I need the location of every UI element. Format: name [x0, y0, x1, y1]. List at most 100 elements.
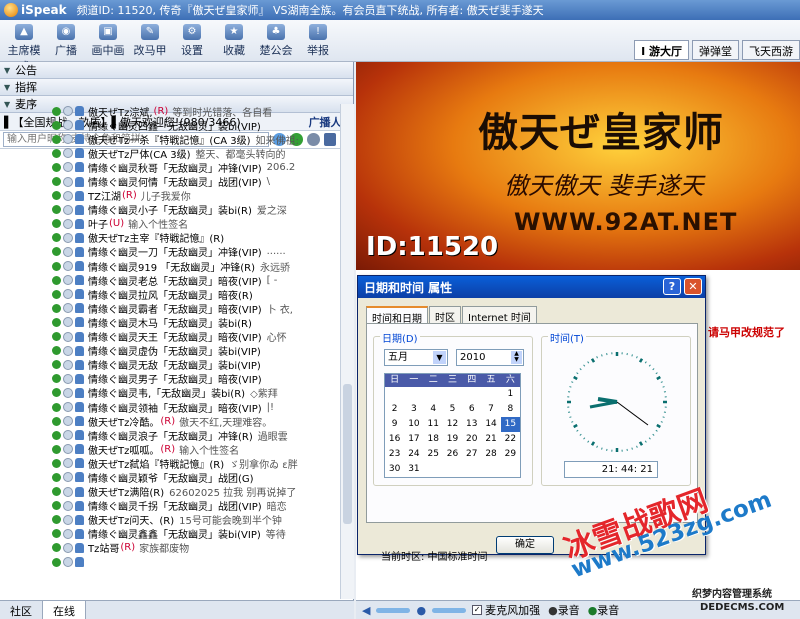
calendar-day[interactable]: 27	[462, 447, 481, 462]
calendar-day[interactable]: 6	[462, 402, 481, 417]
calendar-day[interactable]: 10	[404, 417, 423, 432]
record2-icon[interactable]: ●	[588, 604, 598, 617]
user-list-item[interactable]: 情缘ぐ幽灵天王「无敌幽灵」暗夜(VIP) 心怀	[0, 330, 340, 344]
guild-button[interactable]: ♣ 楚公会	[256, 24, 296, 58]
calendar-day[interactable]: 15	[500, 417, 520, 432]
clock-tick	[571, 381, 574, 383]
user-list-item[interactable]: 傲天ぜTz满陪(R) 62602025 拉我 别再说掉了	[0, 485, 340, 499]
user-list-scrollbar[interactable]	[340, 104, 354, 599]
broadcast-button[interactable]: ◉ 广播	[46, 24, 86, 58]
user-list-item[interactable]: 傲天ぜTz弑焰『特戦記憶』(R) ゞ别拿你ゐ ε胖	[0, 456, 340, 470]
calendar-day[interactable]: 30	[385, 462, 404, 477]
close-icon[interactable]: ✕	[684, 278, 702, 295]
user-list-item[interactable]: 情缘ぐ幽灵领袖「无敌幽灵」暗夜(VIP) |!	[0, 400, 340, 414]
user-list-item[interactable]: 情缘ぐ幽灵919 「无敌幽灵」冲锋(R) 永远骄	[0, 259, 340, 273]
user-list-item[interactable]: TZ江湖 (R) 儿子我爱你	[0, 189, 340, 203]
calendar-day[interactable]: 17	[404, 432, 423, 447]
tab-online[interactable]: 在线	[43, 601, 86, 619]
scroll-thumb[interactable]	[343, 384, 352, 524]
settings-button[interactable]: ⚙ 设置	[172, 24, 212, 58]
user-list-item[interactable]: 情缘ぐ幽灵霸者「无敌幽灵」暗夜(VIP) 卜 衣,	[0, 301, 340, 315]
calendar-day[interactable]: 20	[462, 432, 481, 447]
year-spinner[interactable]: 2010 ▲ ▼	[456, 349, 524, 366]
calendar-day[interactable]: 3	[404, 402, 423, 417]
calendar-day[interactable]: 26	[443, 447, 462, 462]
calendar-day[interactable]: 9	[385, 417, 404, 432]
person-icon	[75, 289, 84, 300]
user-list-item[interactable]: 情缘ぐ幽灵何情「无敌幽灵」战团(VIP) \	[0, 174, 340, 189]
calendar-day[interactable]: 13	[462, 417, 481, 432]
user-list-item[interactable]: 情缘ぐ幽灵木马「无敌幽灵」装bi(R)	[0, 315, 340, 330]
calendar-day[interactable]: 21	[481, 432, 500, 447]
change-vest-button[interactable]: ✎ 改马甲	[130, 24, 170, 58]
user-name: 情缘ぐ幽灵919 「无敌幽灵」冲锋(R)	[88, 262, 256, 274]
time-input[interactable]: 21: 44: 21	[564, 461, 658, 478]
mic-boost-checkbox[interactable]: ✓	[472, 605, 483, 615]
calendar-day[interactable]: 28	[481, 447, 500, 462]
room-tab-2[interactable]: 弹弹堂	[692, 40, 739, 60]
user-list-item[interactable]: 傲天ぜTz淙斌, (R) 等到时光错落、各自看	[0, 104, 340, 118]
volume-slider[interactable]	[376, 607, 411, 613]
report-button[interactable]: ! 举报	[298, 24, 338, 58]
user-list-item[interactable]: 叶子 (U) 输入个性签名	[0, 217, 340, 231]
month-select[interactable]: 五月 ▼	[384, 349, 448, 366]
mic-icon[interactable]: ●	[416, 604, 426, 617]
user-list-item[interactable]: 情缘ぐ幽灵秋哥「无敌幽灵」冲锋(VIP) 206.2	[0, 160, 340, 174]
user-list-item[interactable]: 情缘ぐ幽灵鑫鑫「无敌幽灵」装bi(VIP) 等待	[0, 527, 340, 541]
calendar-day[interactable]: 29	[501, 447, 520, 462]
section-announcement[interactable]: ▼ 公告	[0, 62, 353, 79]
calendar-day[interactable]: 8	[501, 402, 520, 417]
room-tab-3[interactable]: 飞天西游	[742, 40, 800, 60]
user-list-item[interactable]: 情缘ぐ幽灵浪子「无敌幽灵」冲锋(R) 過眼雲	[0, 428, 340, 442]
calendar-day[interactable]: 18	[424, 432, 443, 447]
calendar-day[interactable]: 5	[443, 402, 462, 417]
record-icon[interactable]: ●	[548, 604, 558, 617]
calendar-day[interactable]: 23	[385, 447, 404, 462]
user-list-item[interactable]	[0, 555, 340, 569]
user-list-item[interactable]: 傲天ぜTz冷酷。 (R) 傲天不红,天理难容。	[0, 414, 340, 428]
user-list-item[interactable]: 情缘ぐ幽灵四鑫「无敌幽灵」装bi(VIP)	[0, 118, 340, 132]
section-command[interactable]: ▼ 指挥	[0, 79, 353, 96]
calendar-day[interactable]: 2	[385, 402, 404, 417]
calendar-day[interactable]: 11	[424, 417, 443, 432]
user-list-item[interactable]: 情缘ぐ幽灵拉风「无敌幽灵」暗夜(R)	[0, 287, 340, 301]
calendar[interactable]: 日一二三四五六 1 2 3 4 5 6 7 8 9 10 11 12 13 14 15 16 17 18 19 20 2…	[384, 373, 521, 478]
ok-button[interactable]: 确定	[496, 536, 554, 554]
calendar-day[interactable]: 25	[424, 447, 443, 462]
user-signature: 输入个性签名	[128, 220, 189, 231]
user-list-item[interactable]: 情缘ぐ幽灵韦,「无敌幽灵」装bi(R) ◇紫拜	[0, 386, 340, 400]
user-list-item[interactable]: 情缘ぐ幽灵一刀「无敌幽灵」冲锋(VIP)......	[0, 245, 340, 259]
user-list-item[interactable]: 傲天ぜTz尸体(CA 3级) 整天、都毫头转向的	[0, 146, 340, 160]
user-list-item[interactable]: 情缘ぐ幽灵颖爷「无敌幽灵」战团(G)	[0, 470, 340, 485]
pip-button[interactable]: ▣ 画中画	[88, 24, 128, 58]
tab-community[interactable]: 社区	[0, 601, 43, 619]
help-icon[interactable]: ?	[663, 278, 681, 295]
calendar-day[interactable]: 12	[443, 417, 462, 432]
calendar-day[interactable]: 1	[501, 387, 520, 402]
user-list-item[interactable]: 傲天ぜTz呱呱。 (R) 输入个性签名	[0, 442, 340, 456]
dialog-titlebar[interactable]: 日期和时间 属性 ? ✕	[358, 276, 705, 298]
user-list-item[interactable]: 情缘ぐ幽灵虚伪「无敌幽灵」装bi(VIP)	[0, 344, 340, 358]
mic-slider[interactable]	[432, 607, 467, 613]
user-list-item[interactable]: 傲天ぜTz问天、(R) 15号可能会晚到半个钟	[0, 513, 340, 527]
user-list-item[interactable]: 傲天ぜTz一杀『特戦記憶』(CA 3级) 如来佛祖:	[0, 132, 340, 146]
calendar-day[interactable]: 7	[481, 402, 500, 417]
calendar-day[interactable]: 24	[404, 447, 423, 462]
calendar-day[interactable]: 16	[385, 432, 404, 447]
room-tab-1[interactable]: I 游大厅	[634, 40, 689, 60]
calendar-day[interactable]: 4	[424, 402, 443, 417]
speaker-icon[interactable]: ◀	[362, 604, 370, 617]
favorites-button[interactable]: ★ 收藏	[214, 24, 254, 58]
user-list-item[interactable]: Tz站哥 (R) 家族都废物	[0, 541, 340, 555]
calendar-day[interactable]: 19	[443, 432, 462, 447]
calendar-day[interactable]: 31	[404, 462, 423, 477]
avatar-face-icon	[63, 176, 73, 187]
user-list-item[interactable]: 情缘ぐ幽灵老总「无敌幽灵」暗夜(VIP) [ -	[0, 273, 340, 287]
user-list-item[interactable]: 情缘ぐ幽灵男子「无敌幽灵」暗夜(VIP)	[0, 372, 340, 386]
user-list-item[interactable]: 情缘ぐ幽灵小子「无敌幽灵」装bi(R) 爱之深	[0, 203, 340, 217]
user-list-item[interactable]: 情缘ぐ幽灵无敌「无敌幽灵」装bi(VIP)	[0, 358, 340, 372]
calendar-day[interactable]: 22	[501, 432, 520, 447]
user-list-item[interactable]: 情缘ぐ幽灵千拐「无敌幽灵」战团(VIP) 暗恋	[0, 499, 340, 513]
calendar-day[interactable]: 14	[481, 417, 500, 432]
user-list-item[interactable]: 傲天ぜTz主宰『特戦記憶』(R)	[0, 231, 340, 245]
